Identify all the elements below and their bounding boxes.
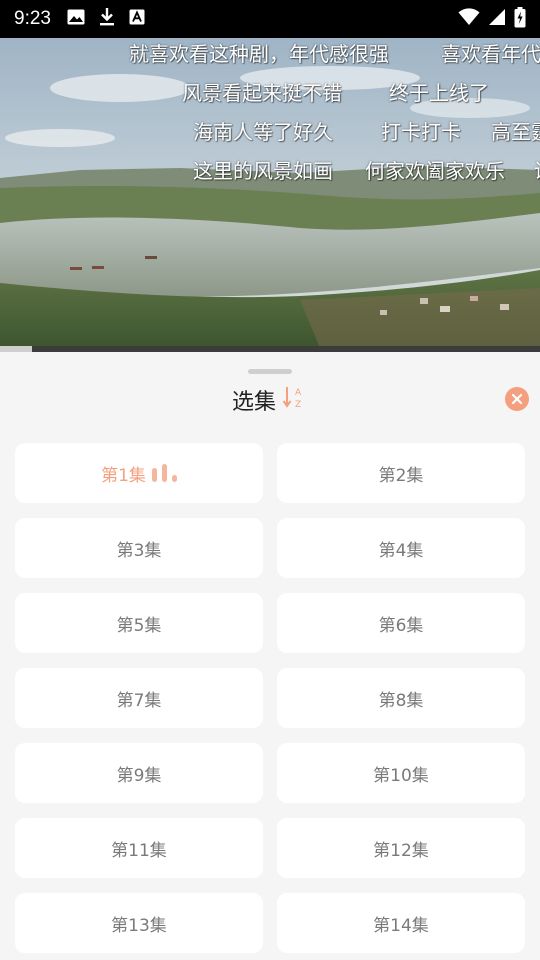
- svg-text:A: A: [295, 388, 302, 398]
- episode-item[interactable]: 第1集: [15, 443, 263, 503]
- download-icon: [99, 7, 115, 31]
- episode-item[interactable]: 第12集: [277, 818, 525, 878]
- episode-label: 第4集: [378, 540, 424, 561]
- status-time: 9:23: [14, 8, 51, 29]
- close-icon: [511, 390, 523, 409]
- sort-az-icon[interactable]: A Z: [282, 385, 306, 411]
- episode-item[interactable]: 第8集: [277, 668, 525, 728]
- danmaku-comment: 说: [534, 155, 540, 184]
- episode-label: 第5集: [116, 615, 162, 636]
- episode-label: 第14集: [373, 915, 429, 936]
- episode-label: 第12集: [373, 840, 429, 861]
- episode-item[interactable]: 第6集: [277, 593, 525, 653]
- episode-label: 第2集: [378, 465, 424, 486]
- danmaku-comment: 喜欢看年代: [441, 42, 540, 66]
- episode-label: 第8集: [378, 690, 424, 711]
- episode-item[interactable]: 第3集: [15, 518, 263, 578]
- episode-item[interactable]: 第2集: [277, 443, 525, 503]
- close-button[interactable]: [505, 387, 529, 411]
- episode-label: 第6集: [378, 615, 424, 636]
- episode-item[interactable]: 第9集: [15, 743, 263, 803]
- episode-label: 第10集: [373, 765, 429, 786]
- font-icon: [129, 9, 145, 29]
- episode-label: 第13集: [111, 915, 167, 936]
- sheet-title: 选集: [232, 390, 277, 415]
- status-bar: 9:23: [0, 0, 540, 38]
- episode-label: 第7集: [116, 690, 162, 711]
- episode-label: 第9集: [116, 765, 162, 786]
- image-icon: [67, 9, 85, 29]
- episode-item[interactable]: 第10集: [277, 743, 525, 803]
- episode-label: 第3集: [116, 540, 162, 561]
- video-player[interactable]: 就喜欢看这种剧，年代感很强 喜欢看年代 风景看起来挺不错 终于上线了 海南人等了…: [0, 38, 540, 348]
- episode-item[interactable]: 第13集: [15, 893, 263, 953]
- danmaku-comment: 就喜欢看这种剧，年代感很强: [129, 42, 389, 66]
- danmaku-comment: 高至霆: [491, 120, 540, 144]
- danmaku-comment: 海南人等了好久: [193, 120, 333, 144]
- episode-item[interactable]: 第7集: [15, 668, 263, 728]
- episode-sheet: 选集 A Z 第1集 第2集第3集 第4集第5集 第6集第7集 第8集第9集 第10集第1…: [0, 352, 540, 960]
- danmaku-comment: 打卡打卡: [381, 120, 461, 144]
- wifi-icon: [458, 8, 480, 30]
- danmaku-comment: 这里的风景如画: [193, 159, 333, 183]
- now-playing-icon: [151, 464, 177, 482]
- episode-item[interactable]: 第11集: [15, 818, 263, 878]
- episode-label: 第1集: [101, 465, 146, 486]
- danmaku-comment: 风景看起来挺不错: [182, 81, 342, 105]
- episode-item[interactable]: 第5集: [15, 593, 263, 653]
- drag-handle[interactable]: [248, 369, 292, 374]
- danmaku-comment: 终于上线了: [389, 81, 489, 105]
- battery-icon: [514, 6, 526, 32]
- episode-label: 第11集: [111, 840, 167, 861]
- danmaku-comment: 何家欢阖家欢乐: [365, 159, 505, 183]
- episode-item[interactable]: 第4集: [277, 518, 525, 578]
- svg-text:Z: Z: [295, 400, 301, 410]
- episode-item[interactable]: 第14集: [277, 893, 525, 953]
- signal-icon: [488, 8, 506, 30]
